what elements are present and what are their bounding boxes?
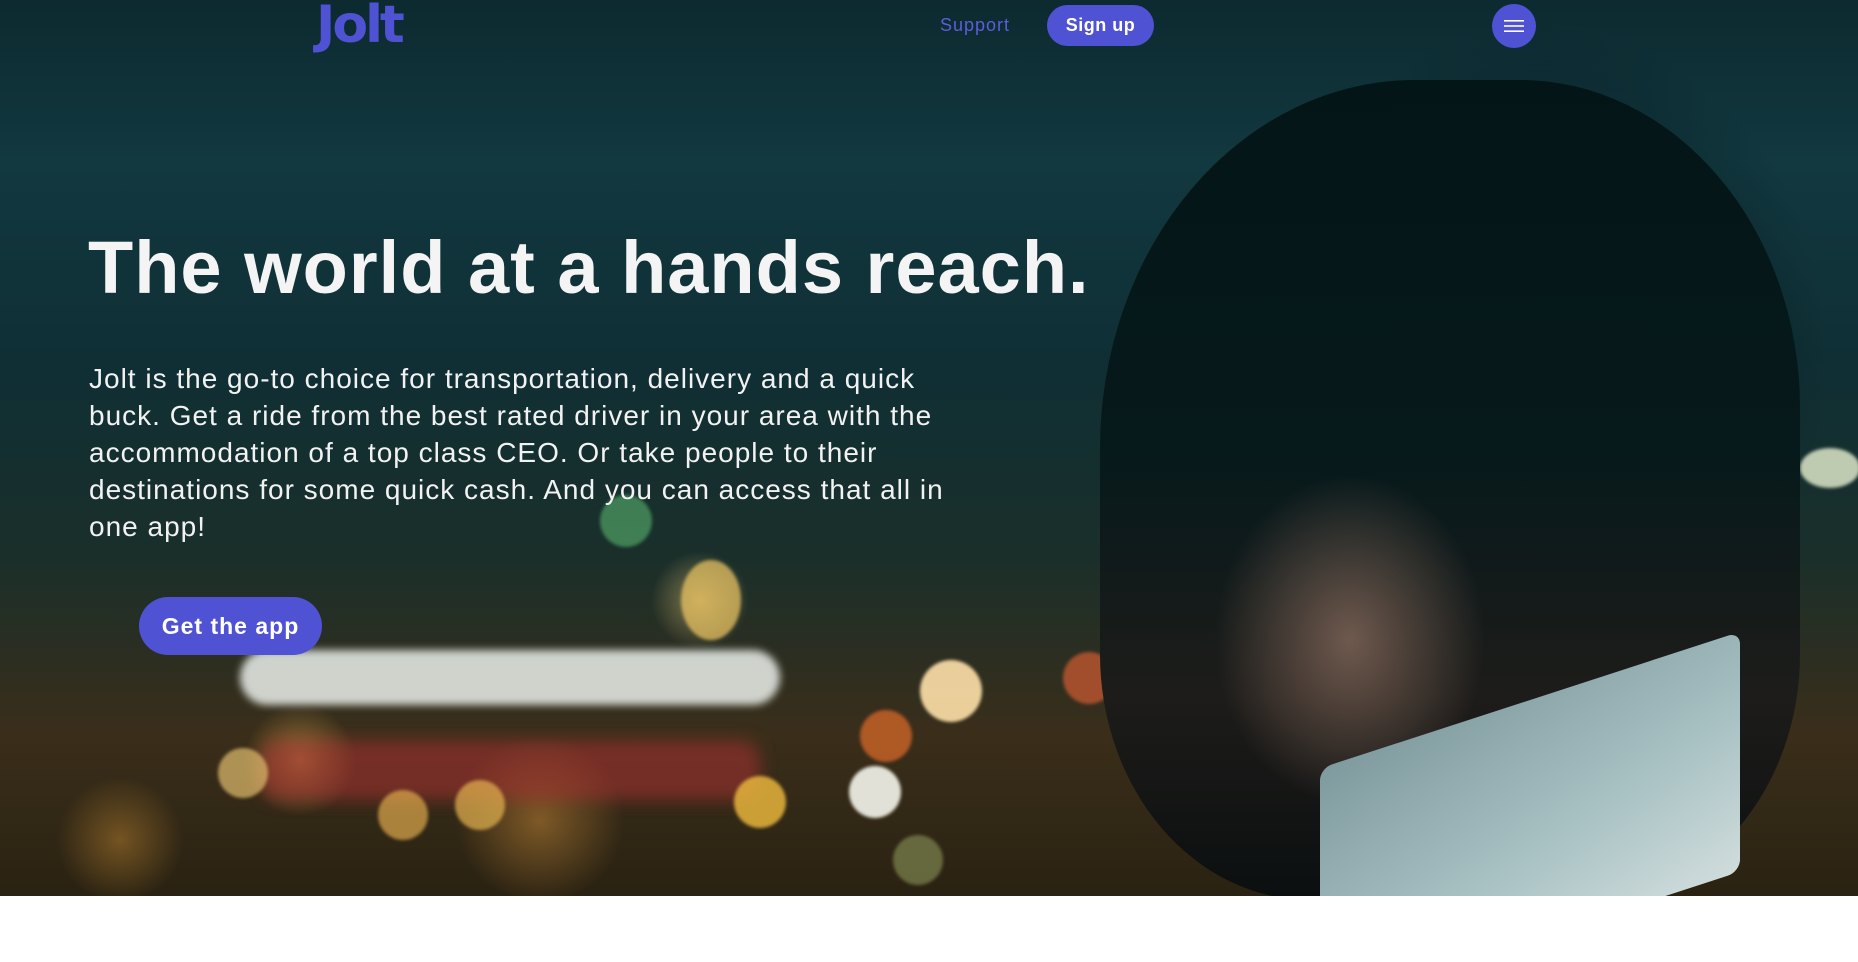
- hero-section: Jolt Support Sign up The world at a hand…: [0, 0, 1858, 896]
- top-navbar: Jolt Support Sign up: [0, 0, 1858, 54]
- bokeh-light: [860, 710, 912, 762]
- support-link[interactable]: Support: [940, 15, 1010, 36]
- hero-headline: The world at a hands reach.: [88, 226, 1090, 309]
- bokeh-light: [734, 776, 786, 828]
- menu-button[interactable]: [1492, 4, 1536, 48]
- bokeh-light: [681, 560, 741, 640]
- bokeh-light: [455, 780, 505, 830]
- bokeh-light: [378, 790, 428, 840]
- bokeh-light: [920, 660, 982, 722]
- bokeh-light: [849, 766, 901, 818]
- bokeh-light: [1800, 448, 1858, 488]
- blurred-light-streak: [240, 650, 780, 705]
- blurred-red-light: [260, 740, 760, 800]
- hamburger-menu-icon: [1504, 20, 1524, 32]
- bokeh-light: [893, 835, 943, 885]
- jolt-logo[interactable]: Jolt: [316, 0, 405, 52]
- next-section: [0, 896, 1858, 962]
- signup-button[interactable]: Sign up: [1047, 5, 1154, 46]
- get-the-app-button[interactable]: Get the app: [139, 597, 322, 655]
- hero-description: Jolt is the go-to choice for transportat…: [89, 363, 944, 542]
- bokeh-light: [218, 748, 268, 798]
